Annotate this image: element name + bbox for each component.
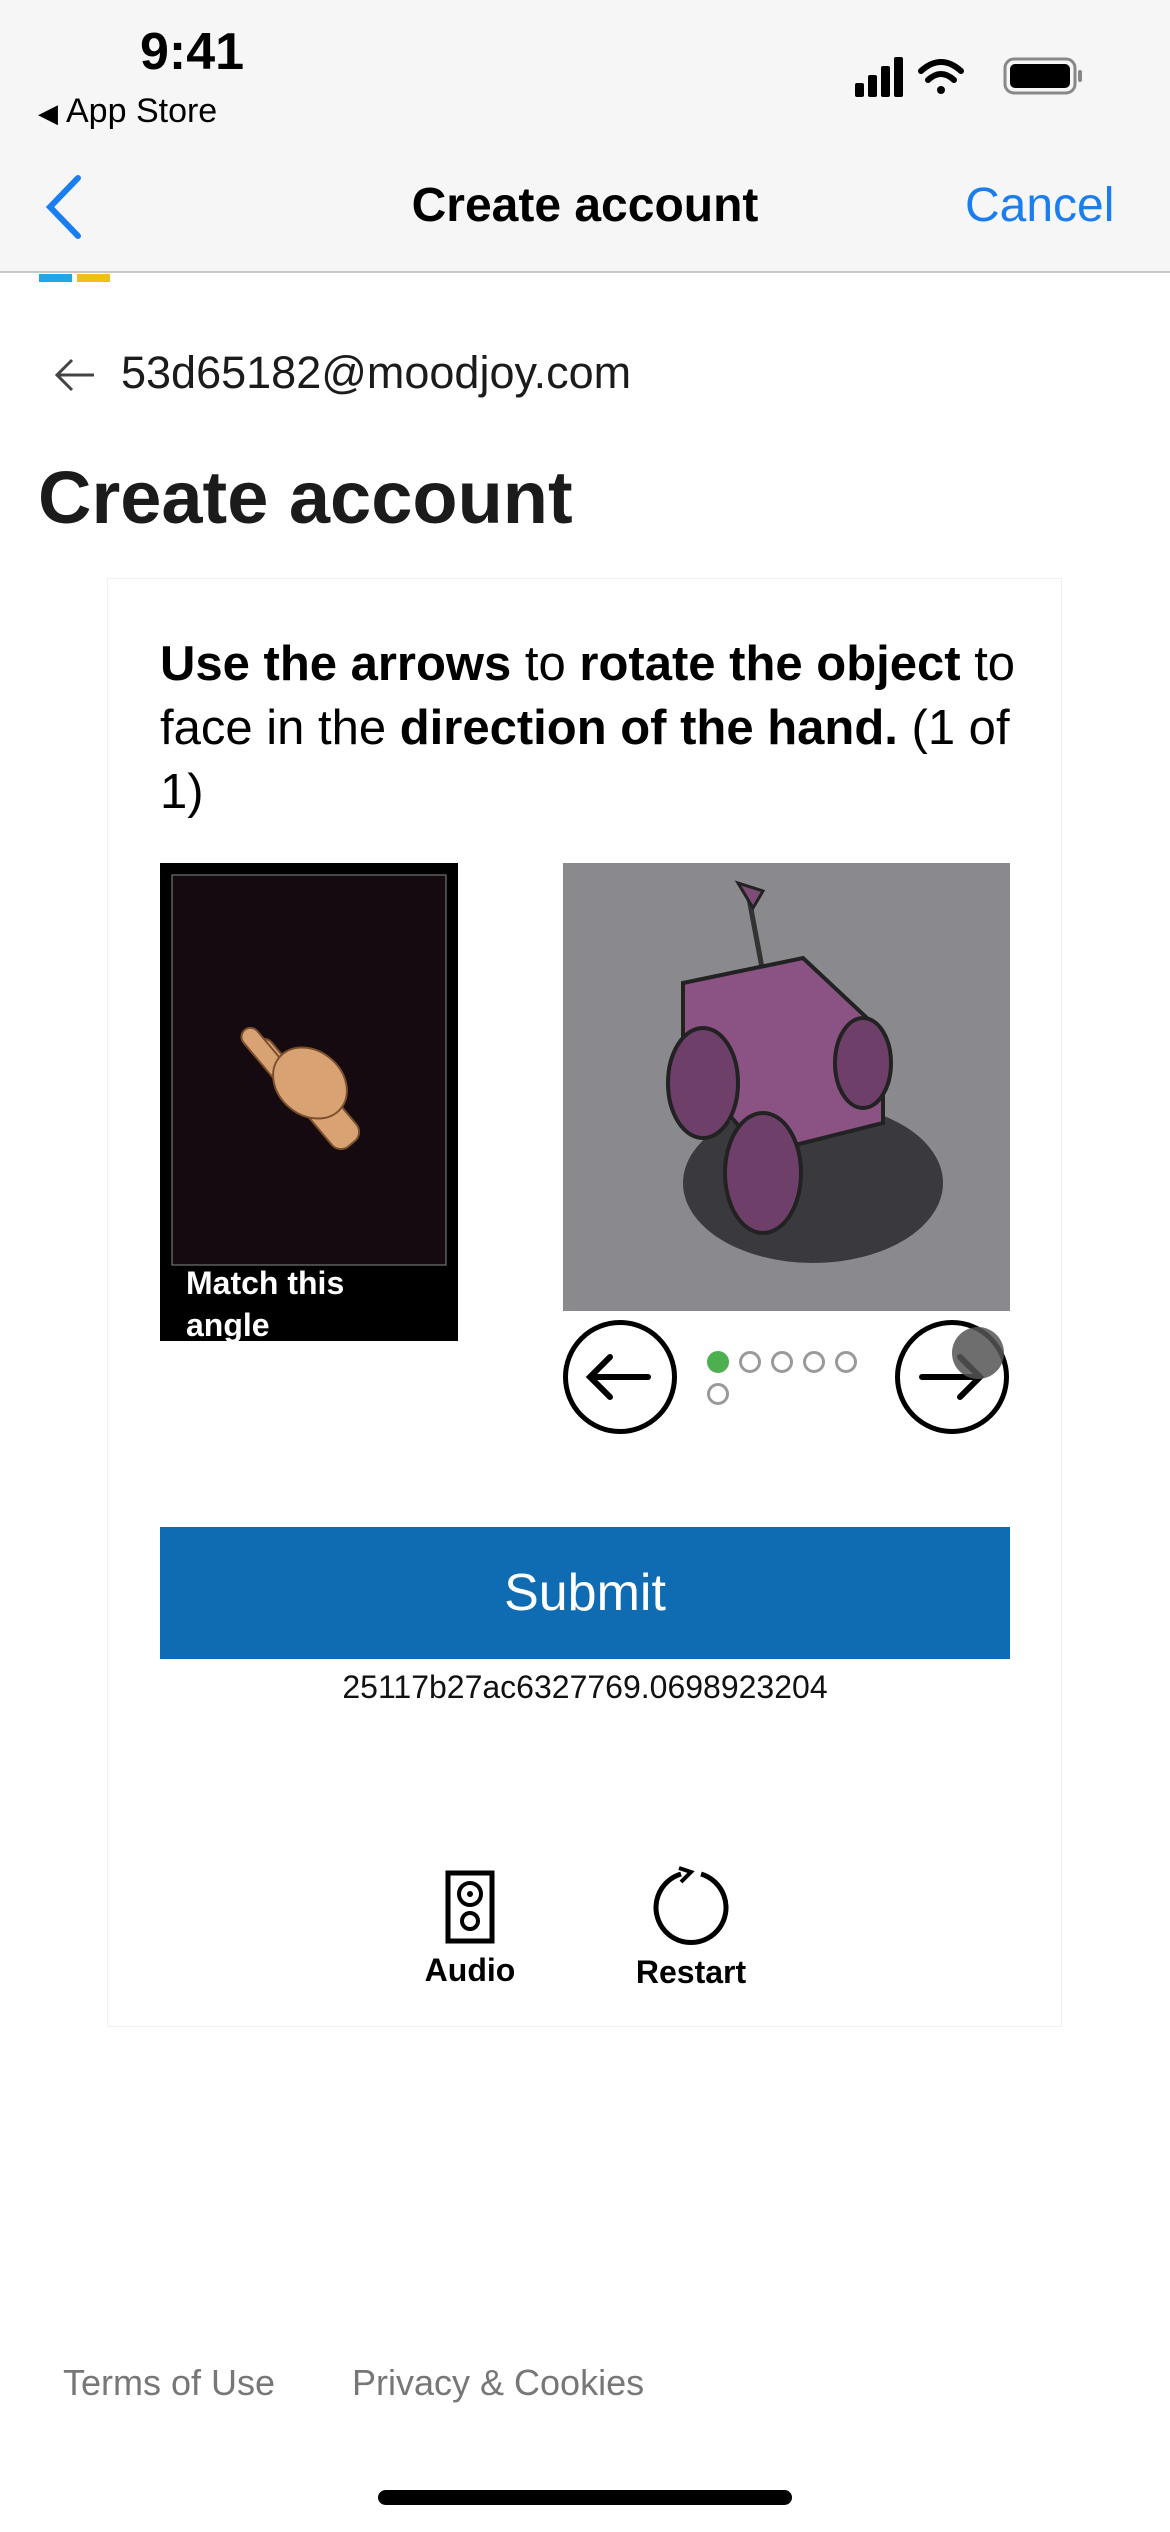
home-indicator[interactable]	[378, 2490, 792, 2505]
restart-label: Restart	[635, 1954, 747, 1990]
audio-label: Audio	[424, 1952, 516, 1988]
logo-blue-square	[39, 274, 72, 282]
instr-part: to	[511, 637, 580, 691]
back-to-app-store[interactable]: ◀ App Store	[38, 92, 217, 131]
progress-dot	[835, 1351, 857, 1373]
progress-dot	[739, 1351, 761, 1373]
privacy-link[interactable]: Privacy & Cookies	[352, 2362, 644, 2404]
progress-dot	[707, 1351, 729, 1373]
page-title: Create account	[38, 456, 573, 539]
rotate-right-button[interactable]	[895, 1320, 1009, 1434]
progress-dot	[803, 1351, 825, 1373]
rotatable-object-image	[563, 863, 1010, 1311]
back-app-label: App Store	[66, 92, 218, 130]
instr-part: rotate the object	[579, 637, 961, 691]
battery-icon	[1003, 57, 1082, 95]
terms-link[interactable]: Terms of Use	[63, 2362, 275, 2404]
truck-illustration	[666, 880, 943, 1263]
account-email: 53d65182@moodjoy.com	[121, 347, 632, 398]
wifi-icon	[918, 59, 964, 94]
audio-button[interactable]: Audio	[390, 1870, 550, 1989]
status-time: 9:41	[140, 23, 245, 81]
challenge-instructions: Use the arrows to rotate the object to f…	[160, 632, 1040, 824]
submit-button[interactable]: Submit	[160, 1527, 1010, 1659]
restart-button[interactable]: Restart	[611, 1866, 771, 1991]
instr-part: Use the arrows	[160, 637, 512, 691]
cancel-button[interactable]: Cancel	[965, 178, 1114, 233]
session-id: 25117b27ac6327769.0698923204	[342, 1669, 828, 1705]
progress-dot	[707, 1383, 729, 1405]
signal-icon	[855, 57, 903, 97]
restart-icon	[653, 1866, 729, 1945]
back-triangle-icon: ◀	[38, 98, 58, 128]
back-arrow-icon[interactable]	[52, 355, 98, 395]
rotate-left-button[interactable]	[563, 1320, 677, 1434]
arrow-left-icon	[585, 1354, 651, 1400]
progress-dot	[771, 1351, 793, 1373]
logo-yellow-square	[77, 274, 110, 282]
speaker-icon	[445, 1870, 495, 1944]
arrow-right-icon	[919, 1327, 1004, 1400]
instr-part: direction of the hand.	[399, 701, 898, 755]
match-angle-label: Match this angle	[186, 1265, 345, 1343]
status-icons	[855, 57, 1082, 97]
